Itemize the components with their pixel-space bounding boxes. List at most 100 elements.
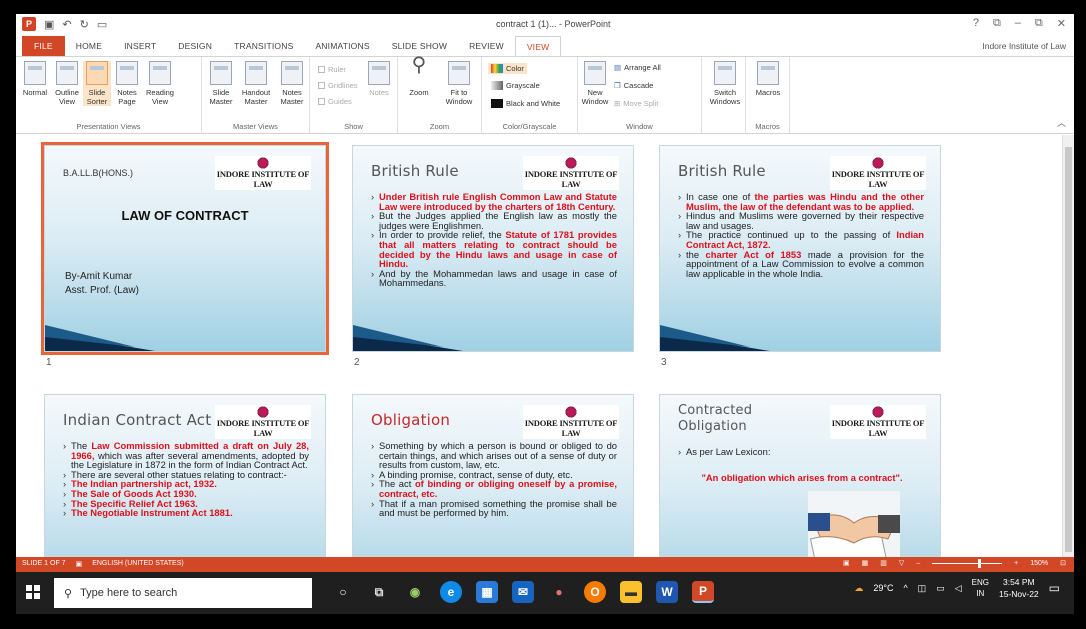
chrome-icon[interactable]: ◉ [404,581,426,603]
fit-slide-icon[interactable]: ⊡ [1060,559,1066,567]
slide-sorter-status-icon[interactable]: ▦ [862,559,869,567]
clock[interactable]: 3:54 PM 15-Nov-22 [999,576,1039,600]
zoom-in-icon[interactable]: + [1014,560,1018,567]
close-icon[interactable]: ✕ [1057,17,1066,30]
language-switcher[interactable]: ENG IN [972,577,989,599]
tab-home[interactable]: HOME [65,36,113,56]
slide-thumbnail-3[interactable]: INDORE INSTITUTE OF LAW British Rule In … [659,145,941,352]
bullet-text: Something by which a person is bound or … [379,440,617,471]
photos-icon[interactable]: ● [548,581,570,603]
outline-view-button[interactable]: Outline View [52,61,82,106]
spelling-check-icon[interactable]: ▣ [76,560,83,568]
arrange-all-button[interactable]: ▤ Arrange All [614,63,661,72]
cascade-button[interactable]: ❐ Cascade [614,81,653,90]
tab-review[interactable]: REVIEW [458,36,515,56]
normal-view-status-icon[interactable]: ▣ [843,559,850,567]
reading-view-status-icon[interactable]: ▥ [880,559,887,567]
slide-thumbnail-4[interactable]: INDORE INSTITUTE OF LAW Indian Contract … [44,394,326,557]
system-tray: ☁ 29°C ^ ◫ ▭ ◁ ENG IN 3:54 PM 15-Nov-22 ▭ [854,576,1060,600]
normal-view-button[interactable]: Normal [18,61,52,97]
windows-start-icon[interactable] [26,585,40,599]
tab-design[interactable]: DESIGN [167,36,223,56]
redo-icon[interactable]: ↻ [80,18,89,31]
tab-insert[interactable]: INSERT [113,36,167,56]
tab-slide-show[interactable]: SLIDE SHOW [381,36,458,56]
tab-transitions[interactable]: TRANSITIONS [223,36,304,56]
zoom-out-icon[interactable]: – [916,560,920,567]
weather-icon[interactable]: ☁ [854,583,863,594]
network-icon[interactable]: ◫ [918,583,927,594]
outline-view-icon [56,61,78,85]
group-macros: Macros Macros [746,57,790,133]
bullet-text: which was after several amendments, adop… [71,449,309,471]
window-controls: ? ⧉ – ⧉ ✕ [973,17,1066,30]
notes-button[interactable]: Notes [366,61,392,97]
emblem-icon [564,406,578,418]
gridlines-checkbox[interactable]: Gridlines [318,81,358,90]
grayscale-button[interactable]: Grayscale [491,81,540,90]
slide-master-button[interactable]: Slide Master [206,61,236,106]
status-left: SLIDE 1 OF 7 ▣ ENGLISH (UNITED STATES) [22,560,184,568]
collapse-ribbon-icon[interactable]: ︿ [1057,116,1066,129]
notifications-icon[interactable]: ▭ [1049,581,1060,595]
color-button[interactable]: Color [488,63,527,74]
bullet: In order to provide relief, the Statute … [371,230,617,268]
word-icon[interactable]: W [656,581,678,603]
switch-windows-button[interactable]: Switch Windows [706,61,744,106]
zoom-level[interactable]: 150% [1030,560,1048,567]
slide-sorter-button[interactable]: Slide Sorter [83,61,111,106]
macros-button[interactable]: Macros [752,61,784,97]
slide-thumbnail-6[interactable]: INDORE INSTITUTE OF LAW Contracted Obliga… [659,394,941,557]
store-icon[interactable]: ▦ [476,581,498,603]
show-hidden-icons-icon[interactable]: ^ [903,583,907,593]
zoom-slider[interactable] [932,558,1003,568]
logo-text: INDORE INSTITUTE OF LAW [831,418,925,438]
battery-icon[interactable]: ▭ [936,583,945,594]
save-icon[interactable]: ▣ [44,18,54,31]
powerpoint-taskbar-icon[interactable]: P [692,581,714,603]
black-and-white-button[interactable]: Black and White [491,99,560,108]
edge-icon[interactable]: e [440,581,462,603]
notes-page-icon [116,61,138,85]
institute-logo: INDORE INSTITUTE OF LAW [523,405,619,439]
search-icon: ⚲ [64,587,73,600]
weather-temp[interactable]: 29°C [873,583,893,593]
file-explorer-icon[interactable]: ▬ [620,581,642,603]
opera-icon[interactable]: O [584,581,606,603]
zoom-button[interactable]: ⚲ Zoom [404,55,434,97]
handout-master-button[interactable]: Handout Master [238,61,274,106]
ruler-checkbox[interactable]: Ruler [318,65,346,74]
move-split-button[interactable]: ⊞ Move Split [614,99,658,108]
start-from-beginning-icon[interactable]: ▭ [97,18,107,31]
notes-page-button[interactable]: Notes Page [113,61,141,106]
mail-icon[interactable]: ✉ [512,581,534,603]
new-window-button[interactable]: New Window [580,61,610,106]
slide-thumbnail-1[interactable]: INDORE INSTITUTE OF LAW B.A.LL.B(HONS.) … [41,142,329,355]
scrollbar-thumb[interactable] [1065,147,1072,552]
slide-title: British Rule [371,162,459,180]
taskbar-search-box[interactable]: ⚲ Type here to search [54,578,312,608]
bullet: But the Judges applied the English law a… [371,211,617,230]
slide-thumbnail-5[interactable]: INDORE INSTITUTE OF LAW Obligation Somet… [352,394,634,557]
guides-checkbox[interactable]: Guides [318,97,352,106]
reading-view-button[interactable]: Reading View [144,61,176,106]
notes-master-button[interactable]: Notes Master [276,61,308,106]
slide-show-status-icon[interactable]: ▽ [899,559,904,567]
tab-animations[interactable]: ANIMATIONS [304,36,380,56]
tab-file[interactable]: FILE [22,36,65,56]
volume-icon[interactable]: ◁ [955,583,962,594]
vertical-scrollbar[interactable] [1062,135,1074,557]
restore-icon[interactable]: ⧉ [1035,17,1043,30]
account-name[interactable]: Indore Institute of Law [982,41,1066,51]
slide-thumbnail-2[interactable]: INDORE INSTITUTE OF LAW British Rule Und… [352,145,634,352]
tab-view[interactable]: VIEW [514,35,562,57]
minimize-icon[interactable]: – [1015,17,1021,30]
help-icon[interactable]: ? [973,17,979,30]
language-indicator[interactable]: ENGLISH (UNITED STATES) [92,560,184,568]
fit-to-window-button[interactable]: Fit to Window [440,61,478,106]
task-view-icon[interactable]: ⧉ [368,581,390,603]
cortana-icon[interactable]: ○ [332,581,354,603]
windows-taskbar: ⚲ Type here to search ○ ⧉ ◉ e ▦ ✉ ● O ▬ W… [16,572,1074,614]
ribbon-display-options-icon[interactable]: ⧉ [993,17,1001,30]
undo-icon[interactable]: ↶ [62,18,71,31]
